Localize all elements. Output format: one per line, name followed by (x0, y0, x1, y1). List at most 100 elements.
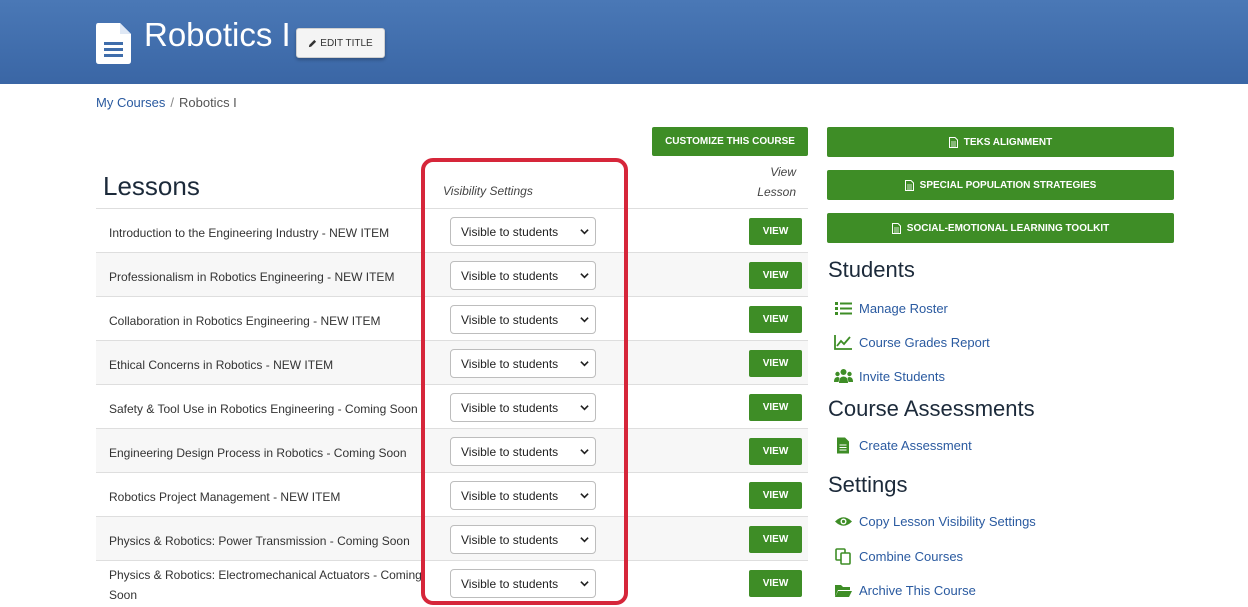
settings-heading: Settings (828, 472, 908, 497)
customize-course-button[interactable]: CUSTOMIZE THIS COURSE (652, 127, 808, 156)
visibility-select-value: Visible to students (461, 576, 559, 591)
document-icon (948, 136, 958, 148)
copy-icon (835, 547, 851, 565)
chevron-down-icon (580, 229, 589, 235)
visibility-select[interactable]: Visible to students (450, 305, 596, 334)
view-lesson-button[interactable]: VIEW (749, 262, 802, 289)
view-header-line2: Lesson (757, 185, 796, 199)
visibility-select-value: Visible to students (461, 356, 559, 371)
teks-alignment-label: TEKS ALIGNMENT (963, 136, 1053, 148)
breadcrumb-separator: / (170, 95, 174, 110)
visibility-select-value: Visible to students (461, 488, 559, 503)
copy-lesson-visibility-label: Copy Lesson Visibility Settings (859, 513, 1036, 529)
visibility-select-value: Visible to students (461, 444, 559, 459)
combine-courses-label: Combine Courses (859, 548, 964, 564)
table-row: Physics & Robotics: Power Transmission -… (96, 516, 808, 560)
visibility-select-value: Visible to students (461, 312, 559, 327)
table-row: Physics & Robotics: Electromechanical Ac… (96, 560, 808, 604)
table-row: Robotics Project Management - NEW ITEM V… (96, 472, 808, 516)
copy-lesson-visibility-link[interactable]: Copy Lesson Visibility Settings (834, 511, 1036, 531)
breadcrumb-my-courses[interactable]: My Courses (96, 95, 165, 110)
table-row: Safety & Tool Use in Robotics Engineerin… (96, 384, 808, 428)
page-header: Robotics I EDIT TITLE (0, 0, 1248, 84)
invite-students-label: Invite Students (859, 368, 945, 384)
view-lesson-button[interactable]: VIEW (749, 218, 802, 245)
lessons-table: Introduction to the Engineering Industry… (96, 208, 808, 604)
folder-open-icon (835, 584, 852, 597)
users-icon (834, 368, 853, 383)
table-row: Ethical Concerns in Robotics - NEW ITEM … (96, 340, 808, 384)
special-population-strategies-button[interactable]: SPECIAL POPULATION STRATEGIES (827, 170, 1174, 200)
visibility-select-value: Visible to students (461, 400, 559, 415)
students-heading: Students (828, 257, 915, 282)
breadcrumb: My Courses / Robotics I (96, 95, 237, 110)
lesson-name: Professionalism in Robotics Engineering … (109, 270, 395, 284)
table-row: Professionalism in Robotics Engineering … (96, 252, 808, 296)
manage-roster-label: Manage Roster (859, 300, 948, 316)
visibility-select-value: Visible to students (461, 224, 559, 239)
list-icon (835, 301, 852, 315)
view-lesson-button[interactable]: VIEW (749, 526, 802, 553)
view-lesson-button[interactable]: VIEW (749, 438, 802, 465)
edit-title-button[interactable]: EDIT TITLE (296, 28, 385, 58)
view-lesson-button[interactable]: VIEW (749, 350, 802, 377)
view-lesson-button[interactable]: VIEW (749, 482, 802, 509)
view-lesson-button[interactable]: VIEW (749, 394, 802, 421)
sel-toolkit-label: SOCIAL-EMOTIONAL LEARNING TOOLKIT (906, 222, 1110, 234)
visibility-select[interactable]: Visible to students (450, 349, 596, 378)
view-lesson-button[interactable]: VIEW (749, 570, 802, 597)
lessons-heading: Lessons (103, 171, 200, 201)
invite-students-link[interactable]: Invite Students (834, 366, 945, 386)
visibility-select[interactable]: Visible to students (450, 393, 596, 422)
lesson-name: Physics & Robotics: Power Transmission -… (109, 534, 410, 548)
create-assessment-label: Create Assessment (859, 437, 972, 453)
sel-toolkit-button[interactable]: SOCIAL-EMOTIONAL LEARNING TOOLKIT (827, 213, 1174, 243)
course-assessments-heading: Course Assessments (828, 396, 1035, 421)
lesson-name: Safety & Tool Use in Robotics Engineerin… (109, 402, 418, 416)
chevron-down-icon (580, 361, 589, 367)
visibility-select[interactable]: Visible to students (450, 525, 596, 554)
lesson-name: Robotics Project Management - NEW ITEM (109, 490, 341, 504)
special-population-strategies-label: SPECIAL POPULATION STRATEGIES (919, 179, 1097, 191)
document-icon (904, 179, 914, 191)
chevron-down-icon (580, 405, 589, 411)
create-assessment-link[interactable]: Create Assessment (834, 435, 972, 455)
chevron-down-icon (580, 317, 589, 323)
visibility-select[interactable]: Visible to students (450, 481, 596, 510)
visibility-select-value: Visible to students (461, 268, 559, 283)
chevron-down-icon (580, 581, 589, 587)
teks-alignment-button[interactable]: TEKS ALIGNMENT (827, 127, 1174, 157)
view-header-line1: View (770, 165, 796, 179)
eye-icon (835, 516, 852, 526)
lesson-name: Physics & Robotics: Electromechanical Ac… (109, 568, 422, 602)
lesson-name: Engineering Design Process in Robotics -… (109, 446, 407, 460)
view-lesson-button[interactable]: VIEW (749, 306, 802, 333)
table-row: Collaboration in Robotics Engineering - … (96, 296, 808, 340)
chevron-down-icon (580, 273, 589, 279)
visibility-select[interactable]: Visible to students (450, 437, 596, 466)
document-icon (891, 222, 901, 234)
chevron-down-icon (580, 537, 589, 543)
table-row: Engineering Design Process in Robotics -… (96, 428, 808, 472)
visibility-select[interactable]: Visible to students (450, 217, 596, 246)
archive-course-link[interactable]: Archive This Course (834, 580, 976, 600)
course-grades-report-link[interactable]: Course Grades Report (834, 332, 990, 352)
line-chart-icon (834, 334, 852, 350)
visibility-settings-header: Visibility Settings (443, 184, 533, 198)
file-text-icon (837, 437, 849, 453)
edit-title-label: EDIT TITLE (320, 37, 373, 49)
visibility-select[interactable]: Visible to students (450, 569, 596, 598)
chevron-down-icon (580, 493, 589, 499)
archive-course-label: Archive This Course (859, 582, 976, 598)
page-title: Robotics I (144, 16, 291, 53)
document-icon (96, 23, 131, 64)
table-row: Introduction to the Engineering Industry… (96, 208, 808, 252)
course-grades-report-label: Course Grades Report (859, 334, 990, 350)
visibility-select[interactable]: Visible to students (450, 261, 596, 290)
lesson-name: Collaboration in Robotics Engineering - … (109, 314, 381, 328)
chevron-down-icon (580, 449, 589, 455)
manage-roster-link[interactable]: Manage Roster (834, 298, 948, 318)
combine-courses-link[interactable]: Combine Courses (834, 546, 963, 566)
lesson-name: Ethical Concerns in Robotics - NEW ITEM (109, 358, 334, 372)
lesson-name: Introduction to the Engineering Industry… (109, 226, 390, 240)
